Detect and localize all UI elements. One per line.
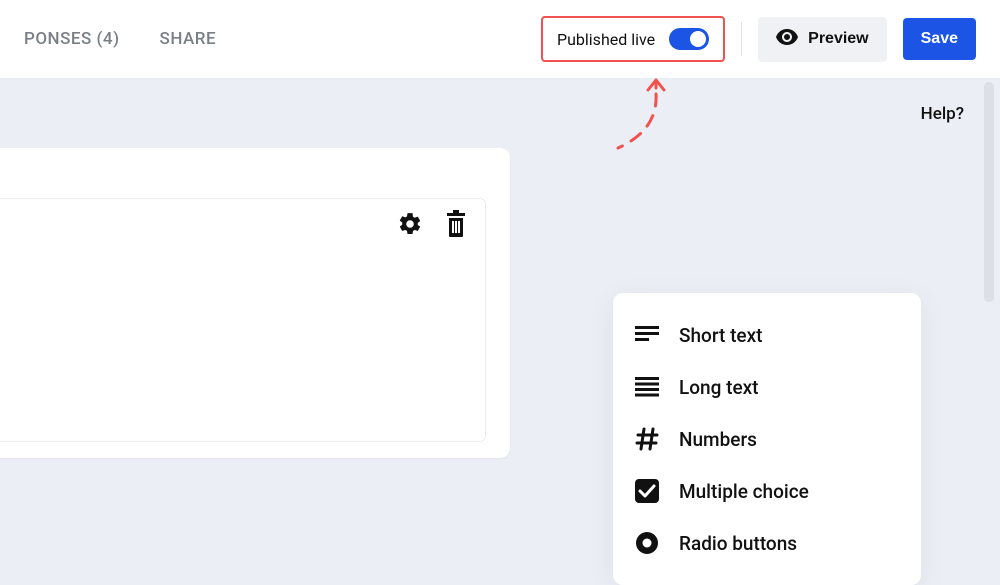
scrollbar[interactable] [984, 82, 994, 557]
field-type-menu: Short text Long text Numbers Multip [613, 293, 921, 585]
help-link[interactable]: Help? [921, 104, 964, 124]
long-text-icon [635, 375, 659, 399]
question-card-inner [0, 198, 486, 442]
field-type-multiple-choice[interactable]: Multiple choice [613, 465, 921, 517]
radio-icon [635, 531, 659, 555]
checkbox-icon [635, 479, 659, 503]
hash-icon [635, 427, 659, 451]
settings-button[interactable] [395, 211, 425, 241]
preview-button-label: Preview [808, 30, 868, 48]
field-type-long-text[interactable]: Long text [613, 361, 921, 413]
question-card [0, 148, 510, 458]
tab-responses[interactable]: PONSES (4) [24, 29, 120, 49]
trash-icon [444, 210, 468, 242]
tab-share[interactable]: SHARE [160, 29, 217, 49]
question-card-actions [395, 211, 471, 241]
publish-live-label: Published live [557, 30, 655, 49]
gear-icon [397, 211, 423, 241]
save-button[interactable]: Save [903, 18, 976, 60]
field-type-label: Radio buttons [679, 532, 797, 555]
field-type-label: Multiple choice [679, 480, 809, 503]
field-type-numbers[interactable]: Numbers [613, 413, 921, 465]
short-text-icon [635, 323, 659, 347]
publish-live-box: Published live [541, 16, 725, 62]
field-type-label: Long text [679, 376, 759, 399]
field-type-label: Short text [679, 324, 762, 347]
field-type-radio-buttons[interactable]: Radio buttons [613, 517, 921, 569]
top-bar-tabs: PONSES (4) SHARE [24, 29, 216, 49]
save-button-label: Save [921, 30, 958, 48]
divider [741, 22, 742, 56]
preview-button[interactable]: Preview [758, 17, 886, 62]
field-type-short-text[interactable]: Short text [613, 309, 921, 361]
scrollbar-thumb[interactable] [984, 82, 994, 302]
publish-live-toggle[interactable] [669, 28, 709, 50]
field-type-label: Numbers [679, 428, 757, 451]
eye-icon [776, 29, 798, 50]
delete-button[interactable] [441, 211, 471, 241]
top-bar-actions: Published live Preview Save [541, 16, 976, 62]
top-bar: PONSES (4) SHARE Published live Preview … [0, 0, 1000, 78]
toggle-knob [690, 31, 706, 47]
